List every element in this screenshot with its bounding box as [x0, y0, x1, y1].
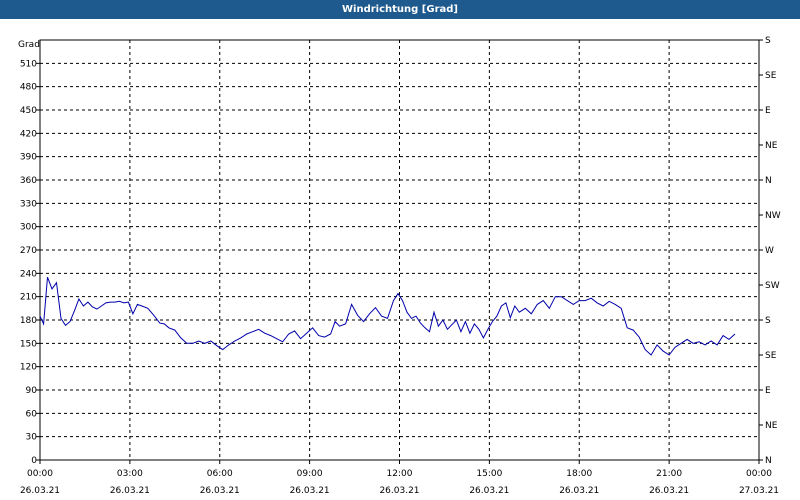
y-tick-label: 450	[20, 106, 37, 116]
grid-layer	[40, 40, 759, 460]
x-tick-label-time: 12:00	[387, 469, 413, 479]
y-tick-label: 210	[20, 293, 37, 303]
x-tick-label-time: 09:00	[297, 469, 323, 479]
y-right-tick-label: N	[765, 176, 772, 186]
x-tick-label-time: 18:00	[566, 469, 592, 479]
x-tick-label-date: 26.03.21	[379, 486, 419, 496]
y-right-tick-label: N	[765, 456, 772, 466]
axis-labels: 0 30 60 90 120 150 180 210 240 270 300 330 360 390 420…	[20, 36, 781, 496]
x-tick-label-time: 03:00	[117, 469, 143, 479]
y-tick-label: 60	[26, 409, 38, 419]
wind-direction-chart: 0 30 60 90 120 150 180 210 240 270 300 330 360 390 420…	[18, 36, 781, 496]
x-tick-label-date: 27.03.21	[739, 486, 779, 496]
y-tick-label: 480	[20, 83, 37, 93]
y-right-tick-label: S	[765, 36, 771, 46]
x-tick-label-date: 26.03.21	[110, 486, 150, 496]
y-tick-label: 180	[20, 316, 37, 326]
y-tick-label: 120	[20, 363, 37, 373]
x-tick-label-time: 06:00	[207, 469, 233, 479]
y-tick-label: 510	[20, 59, 37, 69]
y-tick-label: 240	[20, 269, 37, 279]
y-tick-label: 300	[20, 223, 37, 233]
x-tick-label-date: 26.03.21	[290, 486, 330, 496]
y-right-tick-label: NE	[765, 141, 778, 151]
y-tick-label: 150	[20, 339, 37, 349]
y-axis-title: Grad	[18, 40, 40, 50]
y-right-tick-label: E	[765, 106, 771, 116]
y-right-tick-label: SE	[765, 351, 777, 361]
y-right-tick-label: NW	[765, 211, 781, 221]
y-tick-label: 330	[20, 199, 37, 209]
x-tick-label-time: 00:00	[746, 469, 772, 479]
y-right-tick-label: S	[765, 316, 771, 326]
y-right-tick-label: NE	[765, 421, 778, 431]
y-tick-label: 360	[20, 176, 37, 186]
y-right-tick-label: E	[765, 386, 771, 396]
y-tick-label: 390	[20, 153, 37, 163]
x-tick-label-time: 00:00	[27, 469, 53, 479]
y-right-tick-label: W	[765, 246, 774, 256]
y-right-tick-label: SW	[765, 281, 780, 291]
y-right-tick-label: SE	[765, 71, 777, 81]
y-tick-label: 90	[26, 386, 38, 396]
x-tick-label-time: 15:00	[476, 469, 502, 479]
y-tick-label: 270	[20, 246, 37, 256]
y-tick-label: 30	[26, 433, 38, 443]
x-tick-label-date: 26.03.21	[559, 486, 599, 496]
y-tick-label: 0	[31, 456, 37, 466]
x-tick-label-date: 26.03.21	[200, 486, 240, 496]
x-tick-label-time: 21:00	[656, 469, 682, 479]
x-tick-label-date: 26.03.21	[649, 486, 689, 496]
x-tick-label-date: 26.03.21	[20, 486, 60, 496]
x-tick-label-date: 26.03.21	[469, 486, 509, 496]
y-tick-label: 420	[20, 129, 37, 139]
